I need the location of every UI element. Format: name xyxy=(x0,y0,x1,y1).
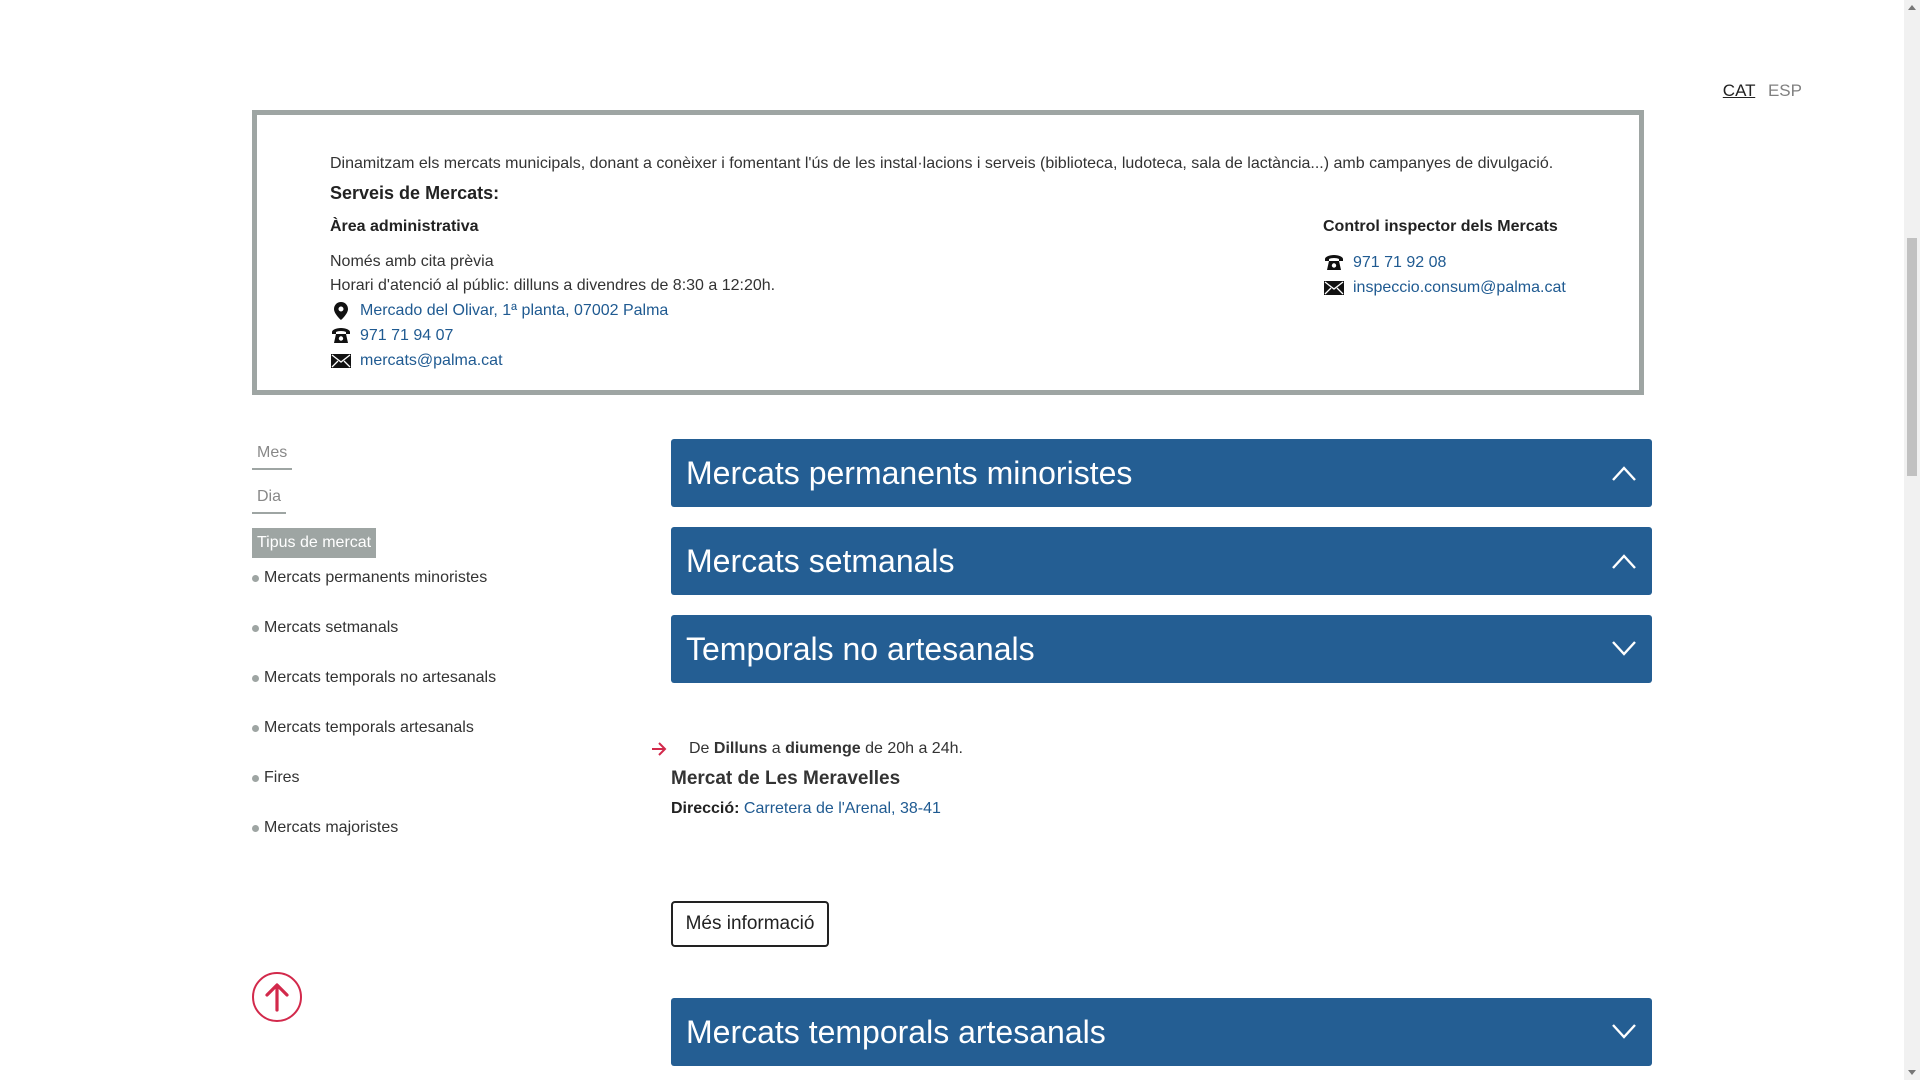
back-to-top-button[interactable] xyxy=(252,972,302,1022)
market-type-item[interactable]: Mercats setmanals xyxy=(252,618,612,668)
arrow-up-icon xyxy=(265,983,289,1012)
admin-area-title: Àrea administrativa xyxy=(330,218,479,235)
arrow-right-icon xyxy=(652,742,667,756)
inspection-email-link[interactable]: inspeccio.consum@palma.cat xyxy=(1353,279,1566,297)
schedule-from-day: Dilluns xyxy=(713,740,768,757)
intro-text: Dinamitzam els mercats municipals, donan… xyxy=(330,155,1554,172)
market-type-item[interactable]: Mercats permanents minoristes xyxy=(252,568,612,618)
market-type-item[interactable]: Mercats temporals artesanals xyxy=(252,718,612,768)
event-address: Direcció: Carretera de l'Arenal, 38-41 xyxy=(671,800,1651,818)
telephone-icon xyxy=(330,327,351,345)
lang-esp-link[interactable]: ESP xyxy=(1768,81,1802,100)
filter-day-tab[interactable]: Dia xyxy=(252,484,287,514)
admin-address-link[interactable]: Mercado del Olivar, 1ª planta, 07002 Pal… xyxy=(360,302,668,320)
schedule-hours: de 20h a 24h. xyxy=(865,740,963,757)
market-event: De Dilluns a diumenge de 20h a 24h. Merc… xyxy=(651,740,1651,818)
vertical-scrollbar[interactable] xyxy=(1904,0,1920,1080)
accordion-temporary-artisan[interactable]: Mercats temporals artesanals xyxy=(671,998,1652,1066)
market-type-label: Fires xyxy=(264,769,300,786)
envelope-icon xyxy=(1323,279,1344,297)
chevron-down-icon xyxy=(1612,1024,1636,1039)
envelope-icon xyxy=(330,352,351,370)
market-type-item[interactable]: Fires xyxy=(252,768,612,818)
bullet-icon xyxy=(252,725,259,732)
bullet-icon xyxy=(252,825,259,832)
more-info-button[interactable]: Més informació xyxy=(671,901,829,947)
event-address-link[interactable]: Carretera de l'Arenal, 38-41 xyxy=(744,800,941,817)
accordion-title: Mercats permanents minoristes xyxy=(686,454,1133,491)
filter-sidebar: Mes Dia Tipus de mercat Mercats permanen… xyxy=(252,440,612,868)
bullet-icon xyxy=(252,625,259,632)
market-type-label: Mercats majoristes xyxy=(264,819,399,836)
accordion-permanent-retail[interactable]: Mercats permanents minoristes xyxy=(671,439,1652,507)
market-type-item[interactable]: Mercats majoristes xyxy=(252,818,612,868)
address-label: Direcció: xyxy=(671,800,740,817)
admin-area: Àrea administrativa Només amb cita prèvi… xyxy=(330,218,1030,373)
scrollbar-thumb[interactable] xyxy=(1907,238,1917,476)
lang-cat-link[interactable]: CAT xyxy=(1723,81,1755,100)
accordion-weekly[interactable]: Mercats setmanals xyxy=(671,527,1652,595)
inspection-phone-link[interactable]: 971 71 92 08 xyxy=(1353,254,1446,272)
market-type-label: Mercats permanents minoristes xyxy=(264,569,488,586)
admin-address: Mercado del Olivar, 1ª planta, 07002 Pal… xyxy=(330,298,1030,323)
inspection-phone: 971 71 92 08 xyxy=(1323,250,1653,275)
scroll-up-arrow-icon[interactable] xyxy=(1908,5,1916,10)
market-type-label: Mercats setmanals xyxy=(264,619,399,636)
inspection-email: inspeccio.consum@palma.cat xyxy=(1323,275,1653,300)
event-schedule: De Dilluns a diumenge de 20h a 24h. xyxy=(651,740,1651,758)
market-type-label: Mercats temporals artesanals xyxy=(264,719,474,736)
language-switch: CAT ESP xyxy=(1715,81,1802,101)
scroll-down-arrow-icon[interactable] xyxy=(1908,1070,1916,1075)
opening-hours: Horari d'atenció al públic: dilluns a di… xyxy=(330,277,776,294)
appointment-note: Només amb cita prèvia xyxy=(330,253,494,270)
schedule-prefix: De xyxy=(689,740,710,757)
schedule-to-day: diumenge xyxy=(785,740,861,757)
services-title: Serveis de Mercats: xyxy=(330,183,500,203)
filter-market-type-tab[interactable]: Tipus de mercat xyxy=(252,528,377,558)
accordion-title: Mercats temporals artesanals xyxy=(686,1013,1106,1050)
inspection-control: Control inspector dels Mercats 971 71 92… xyxy=(1323,218,1653,300)
event-title: Mercat de Les Meravelles xyxy=(671,768,901,789)
market-type-label: Mercats temporals no artesanals xyxy=(264,669,497,686)
accordion-temporary-non-artisan[interactable]: Temporals no artesanals xyxy=(671,615,1652,683)
bullet-icon xyxy=(252,675,259,682)
admin-email-link[interactable]: mercats@palma.cat xyxy=(360,352,503,370)
filter-month-tab[interactable]: Mes xyxy=(252,440,293,470)
market-type-list: Mercats permanents minoristes Mercats se… xyxy=(252,568,612,868)
location-pin-icon xyxy=(330,301,351,320)
telephone-icon xyxy=(1323,254,1344,272)
schedule-connector: a xyxy=(771,740,781,757)
bullet-icon xyxy=(252,575,259,582)
chevron-up-icon xyxy=(1612,554,1636,569)
bullet-icon xyxy=(252,775,259,782)
services-info-box: Dinamitzam els mercats municipals, donan… xyxy=(252,110,1644,395)
chevron-up-icon xyxy=(1612,466,1636,481)
admin-email: mercats@palma.cat xyxy=(330,348,1030,373)
chevron-down-icon xyxy=(1612,641,1636,656)
admin-phone: 971 71 94 07 xyxy=(330,323,1030,348)
accordion-title: Mercats setmanals xyxy=(686,542,955,579)
admin-phone-link[interactable]: 971 71 94 07 xyxy=(360,327,453,345)
accordion-title: Temporals no artesanals xyxy=(686,630,1035,667)
inspection-title: Control inspector dels Mercats xyxy=(1323,218,1558,235)
page: CAT ESP Dinamitzam els mercats municipal… xyxy=(0,0,1904,1080)
market-type-item[interactable]: Mercats temporals no artesanals xyxy=(252,668,612,718)
